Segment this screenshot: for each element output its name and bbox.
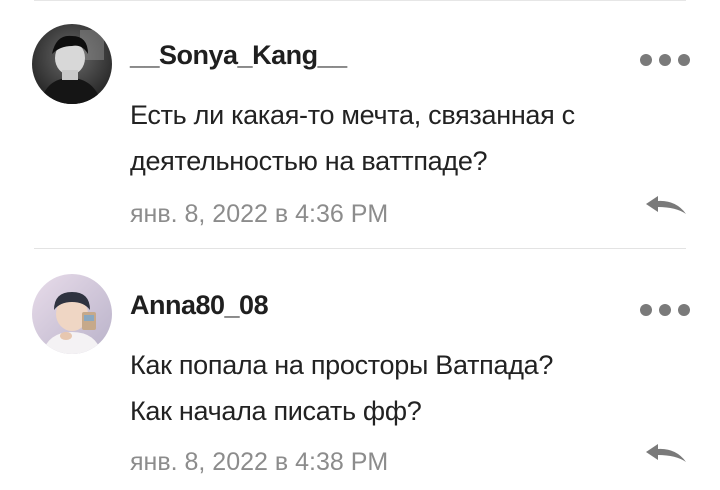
more-options-button[interactable] [640,302,690,318]
comment-text-line: Как начала писать фф? [130,396,422,426]
comment-text-line: деятельностью на ваттпаде? [130,146,488,176]
top-divider [34,0,686,1]
more-dots-icon [659,304,671,316]
avatar[interactable] [32,24,112,104]
comment-text: Есть ли какая-то мечта, связанная с деят… [130,92,690,184]
more-dots-icon [640,54,652,66]
comment-text: Как попала на просторы Ватпада? Как нача… [130,342,690,434]
reply-button[interactable] [644,194,688,218]
more-options-button[interactable] [640,52,690,68]
more-dots-icon [640,304,652,316]
more-dots-icon [678,304,690,316]
comment-divider [34,248,686,249]
reply-button[interactable] [644,442,688,466]
username[interactable]: __Sonya_Kang__ [130,40,347,71]
timestamp: янв. 8, 2022 в 4:36 PM [130,200,389,228]
username[interactable]: Anna80_08 [130,290,269,321]
more-dots-icon [659,54,671,66]
comment-text-line: Как попала на просторы Ватпада? [130,350,554,380]
reply-arrow-icon [646,196,686,214]
comment-text-line: Есть ли какая-то мечта, связанная с [130,100,575,130]
reply-arrow-icon [646,444,686,462]
avatar[interactable] [32,274,112,354]
more-dots-icon [678,54,690,66]
timestamp: янв. 8, 2022 в 4:38 PM [130,448,389,476]
